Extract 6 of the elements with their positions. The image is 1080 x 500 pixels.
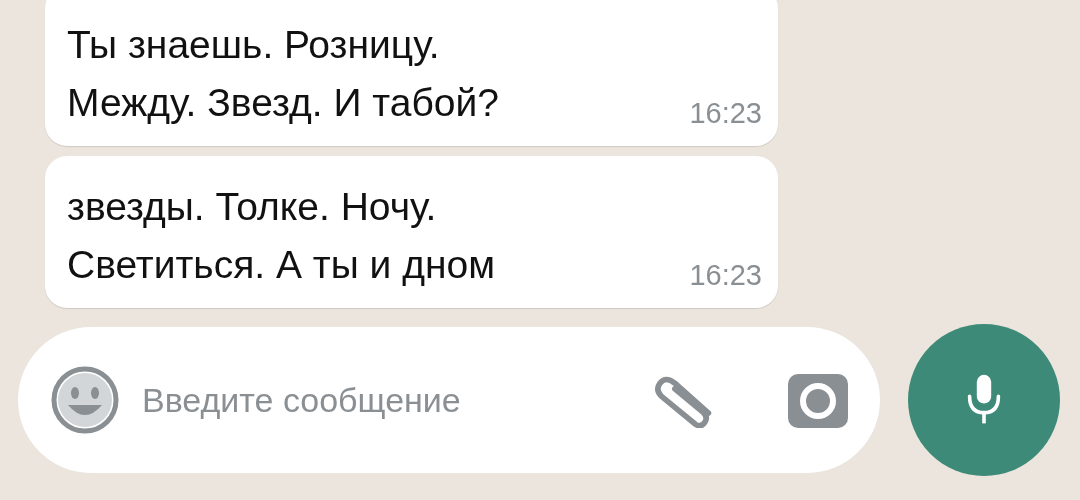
message-text: Ты знаешь. Розницу. Между. Звезд. И табой? — [67, 22, 499, 126]
message-time: 16:23 — [689, 97, 762, 130]
message-text: звезды. Толке. Ночу. Светиться. А ты и дном — [67, 184, 495, 288]
message-time: 16:23 — [689, 259, 762, 292]
message-input[interactable]: Введите сообщение — [140, 379, 654, 421]
emoji-icon[interactable] — [50, 365, 120, 435]
